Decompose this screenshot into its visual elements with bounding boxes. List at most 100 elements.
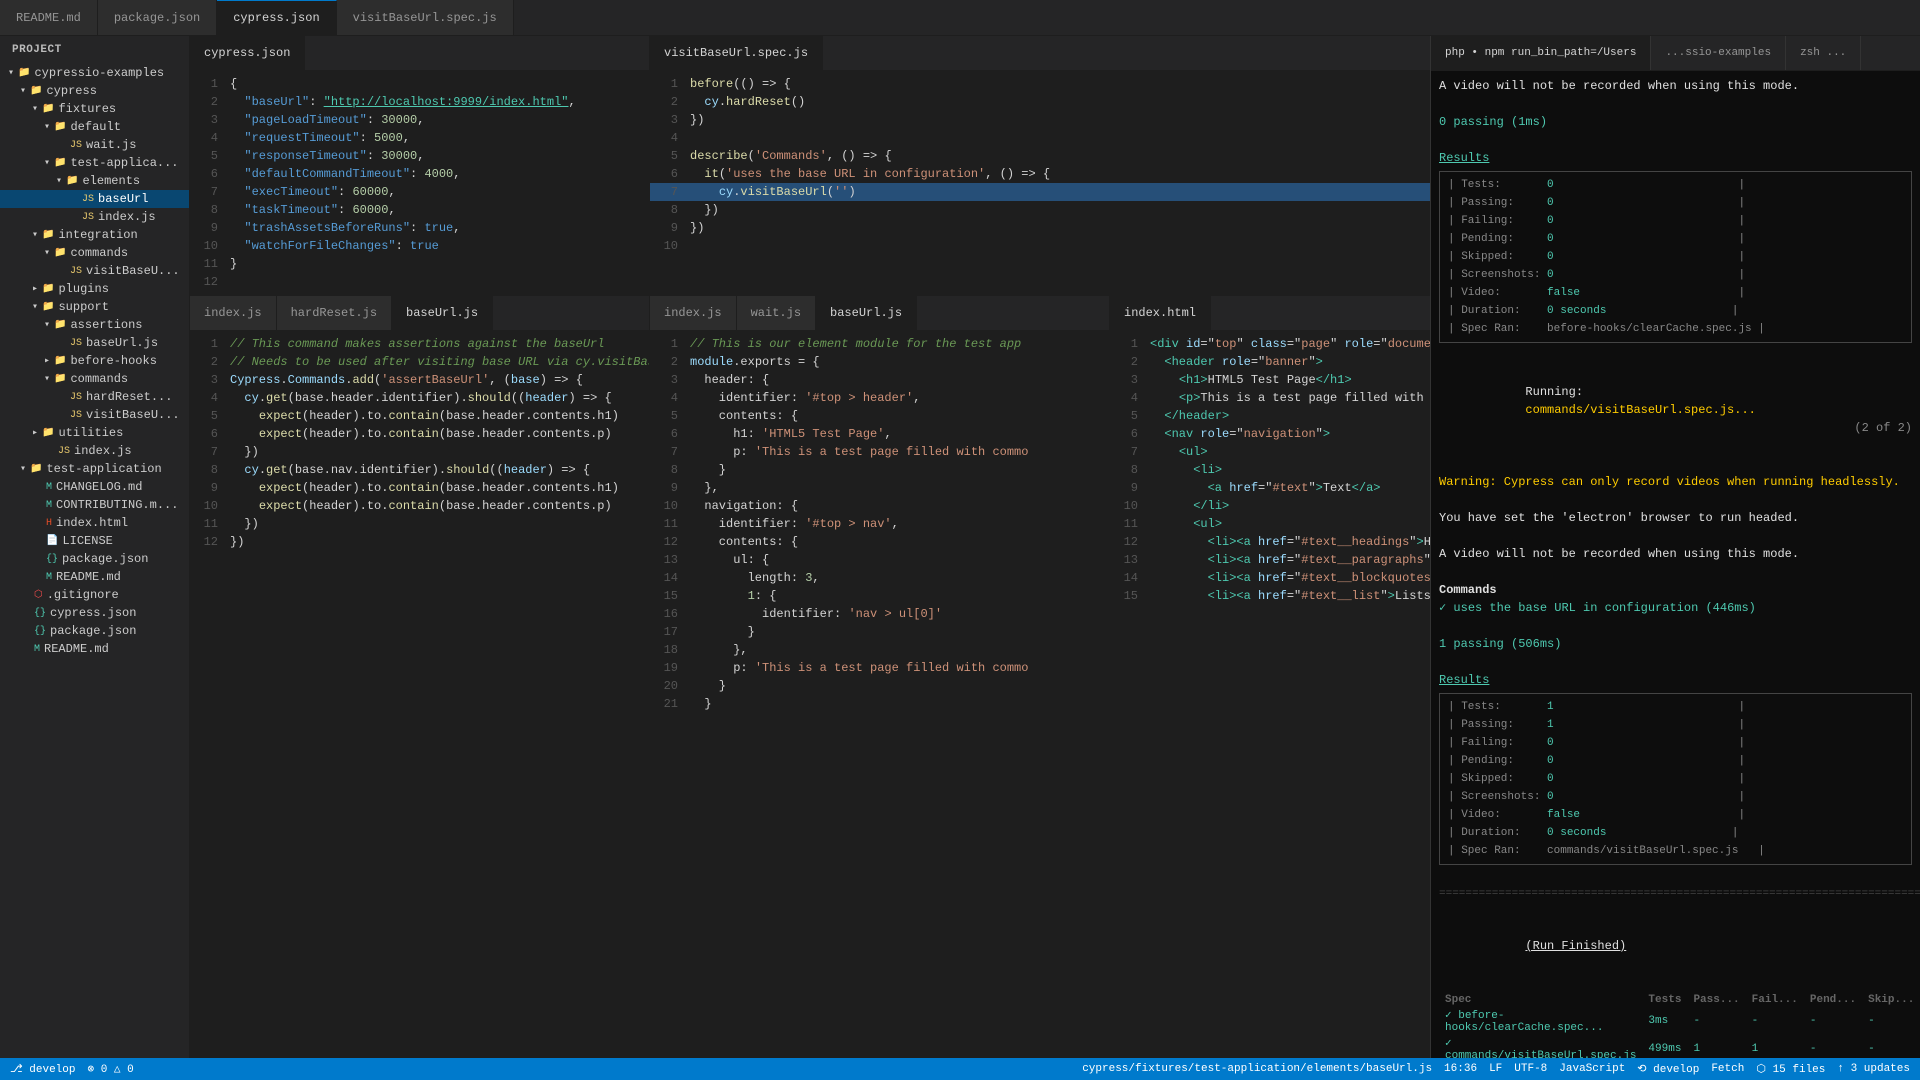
- code-line: 5 contents: {: [650, 407, 1109, 425]
- tab-label: visitBaseUrl.spec.js: [664, 46, 808, 60]
- tab-visit-base-url-spec[interactable]: visitBaseUrl.spec.js: [650, 36, 823, 70]
- sidebar-item-fixtures[interactable]: ▾ 📁 fixtures: [0, 100, 189, 118]
- sidebar-item-wait-js[interactable]: JS wait.js: [0, 136, 189, 154]
- sidebar-item-gitignore[interactable]: ⬡ .gitignore: [0, 586, 189, 604]
- sidebar-item-label: cypress.json: [50, 606, 136, 620]
- status-git-branch[interactable]: ⎇ develop: [10, 1062, 75, 1076]
- tab-readme-md[interactable]: README.md: [0, 0, 98, 35]
- status-fetch[interactable]: Fetch: [1711, 1063, 1744, 1075]
- tab-baseurl-js[interactable]: baseUrl.js: [392, 296, 493, 330]
- tab-index-js-fixtures[interactable]: index.js: [650, 296, 737, 330]
- tab-wait-js[interactable]: wait.js: [737, 296, 816, 330]
- sidebar-item-elements[interactable]: ▾ 📁 elements: [0, 172, 189, 190]
- terminal-content[interactable]: A video will not be recorded when using …: [1431, 71, 1920, 1058]
- sidebar-item-default[interactable]: ▾ 📁 default: [0, 118, 189, 136]
- sidebar-item-label: fixtures: [58, 102, 116, 116]
- code-line: 9 }): [650, 219, 1430, 237]
- terminal-line: Running: commands/visitBaseUrl.spec.js..…: [1439, 365, 1912, 455]
- line-code: <ul>: [1146, 443, 1430, 461]
- baseurl-assertions-content[interactable]: 1 // This command makes assertions again…: [190, 331, 649, 1058]
- terminal-tab-ssio[interactable]: ...ssio-examples: [1651, 36, 1786, 70]
- sidebar-item-baseurl[interactable]: JS baseUrl: [0, 190, 189, 208]
- sidebar-item-test-application[interactable]: ▾ 📁 test-application: [0, 460, 189, 478]
- js-file-icon: JS: [70, 140, 82, 151]
- chevron-down-icon: ▾: [44, 319, 50, 331]
- sidebar-item-cypress[interactable]: ▾ 📁 cypress: [0, 82, 189, 100]
- terminal-tab-label: zsh ...: [1800, 47, 1846, 59]
- line-code: p: 'This is a test page filled with comm…: [686, 659, 1109, 677]
- tab-label: index.js: [664, 306, 722, 320]
- terminal-results-2-label: Results: [1439, 671, 1912, 689]
- sidebar-item-cypressio-examples[interactable]: ▾ 📁 cypressio-examples: [0, 64, 189, 82]
- index-html-content[interactable]: 1 <div id="top" class="page" role="docum…: [1110, 331, 1430, 1058]
- code-line: 7 }): [190, 443, 649, 461]
- line-code: }): [226, 533, 649, 551]
- sidebar-item-commands[interactable]: ▾ 📁 commands: [0, 244, 189, 262]
- sidebar-item-commands-support[interactable]: ▾ 📁 commands: [0, 370, 189, 388]
- sidebar-item-package-json-root[interactable]: {} package.json: [0, 622, 189, 640]
- sidebar-item-visitbaseu-integration[interactable]: JS visitBaseU...: [0, 262, 189, 280]
- sidebar-item-visitbaseu-support[interactable]: JS visitBaseU...: [0, 406, 189, 424]
- baseurl-fixtures-content[interactable]: 1 // This is our element module for the …: [650, 331, 1109, 1058]
- tab-cypress-json[interactable]: cypress.json: [217, 0, 336, 35]
- status-encoding[interactable]: UTF-8: [1514, 1063, 1547, 1075]
- line-number: 12: [190, 273, 226, 291]
- tab-visit-base-url[interactable]: visitBaseUrl.spec.js: [337, 0, 514, 35]
- terminal-line: [1439, 455, 1912, 473]
- sidebar-item-index-js-elements[interactable]: JS index.js: [0, 208, 189, 226]
- code-line: 6 "defaultCommandTimeout": 4000,: [190, 165, 649, 183]
- status-left: ⎇ develop ⊗ 0 △ 0: [10, 1062, 134, 1076]
- sidebar-item-plugins[interactable]: ▸ 📁 plugins: [0, 280, 189, 298]
- cypress-json-editor: cypress.json 1 { 2 "baseUrl": "http://lo…: [190, 36, 650, 295]
- status-files[interactable]: ⬡ 15 files: [1756, 1062, 1825, 1076]
- cypress-json-content[interactable]: 1 { 2 "baseUrl": "http://localhost:9999/…: [190, 71, 649, 295]
- sidebar-item-contributing[interactable]: M CONTRIBUTING.m...: [0, 496, 189, 514]
- terminal-tab-php[interactable]: php • npm run_bin_path=/Users: [1431, 36, 1651, 70]
- code-line: 8 }): [650, 201, 1430, 219]
- status-updates[interactable]: ↑ 3 updates: [1837, 1063, 1910, 1075]
- tab-package-json[interactable]: package.json: [98, 0, 217, 35]
- tab-baseurl-js-fixtures[interactable]: baseUrl.js: [816, 296, 917, 330]
- sidebar-item-label: package.json: [62, 552, 148, 566]
- sidebar-item-support[interactable]: ▾ 📁 support: [0, 298, 189, 316]
- sidebar-item-cypress-json-root[interactable]: {} cypress.json: [0, 604, 189, 622]
- status-language[interactable]: JavaScript: [1559, 1063, 1625, 1075]
- line-number: 7: [190, 183, 226, 201]
- sidebar-item-changelog[interactable]: M CHANGELOG.md: [0, 478, 189, 496]
- folder-icon: 📁: [30, 463, 42, 475]
- code-line: 13 <li><a href="#text__paragraphs">Parag…: [1110, 551, 1430, 569]
- sidebar-item-label: elements: [82, 174, 140, 188]
- line-code: // This command makes assertions against…: [226, 335, 649, 353]
- sidebar-item-test-applica[interactable]: ▾ 📁 test-applica...: [0, 154, 189, 172]
- cell-pend: -: [1804, 1035, 1862, 1058]
- sidebar-item-utilities[interactable]: ▸ 📁 utilities: [0, 424, 189, 442]
- sidebar-item-index-html[interactable]: H index.html: [0, 514, 189, 532]
- terminal-panel: php • npm run_bin_path=/Users ...ssio-ex…: [1430, 36, 1920, 1058]
- status-errors[interactable]: ⊗ 0 △ 0: [87, 1062, 133, 1076]
- sidebar-item-before-hooks[interactable]: ▸ 📁 before-hooks: [0, 352, 189, 370]
- status-mode[interactable]: LF: [1489, 1063, 1502, 1075]
- sidebar-item-integration[interactable]: ▾ 📁 integration: [0, 226, 189, 244]
- terminal-commands-passing: ✓ uses the base URL in configuration (44…: [1439, 599, 1912, 617]
- line-code: cy.get(base.nav.identifier).should((head…: [226, 461, 649, 479]
- tab-index-html[interactable]: index.html: [1110, 296, 1211, 330]
- sidebar-item-license[interactable]: 📄 LICENSE: [0, 532, 189, 550]
- line-number: 12: [1110, 533, 1146, 551]
- sidebar-item-hardreset[interactable]: JS hardReset...: [0, 388, 189, 406]
- terminal-tab-zsh[interactable]: zsh ...: [1786, 36, 1861, 70]
- editor-tabs-top-left: cypress.json: [190, 36, 649, 71]
- code-line: 15 <li><a href="#text__list">Lists</a></…: [1110, 587, 1430, 605]
- sidebar-item-index-utilities[interactable]: JS index.js: [0, 442, 189, 460]
- sidebar-item-assertions[interactable]: ▾ 📁 assertions: [0, 316, 189, 334]
- sidebar-item-readme-root[interactable]: M README.md: [0, 640, 189, 658]
- sidebar-item-baseurl-assertions[interactable]: JS baseUrl.js: [0, 334, 189, 352]
- tab-hardreset-js[interactable]: hardReset.js: [277, 296, 392, 330]
- cell-tests: 3ms: [1642, 1007, 1687, 1035]
- sidebar-item-package-json-app[interactable]: {} package.json: [0, 550, 189, 568]
- tab-index-js[interactable]: index.js: [190, 296, 277, 330]
- visit-base-url-content[interactable]: 1 before(() => { 2 cy.hardReset() 3 }): [650, 71, 1430, 295]
- sidebar-item-readme-app[interactable]: M README.md: [0, 568, 189, 586]
- col-pend: Pend...: [1804, 993, 1862, 1007]
- tab-cypress-json-editor[interactable]: cypress.json: [190, 36, 305, 70]
- status-git-action[interactable]: ⟲ develop: [1637, 1062, 1699, 1076]
